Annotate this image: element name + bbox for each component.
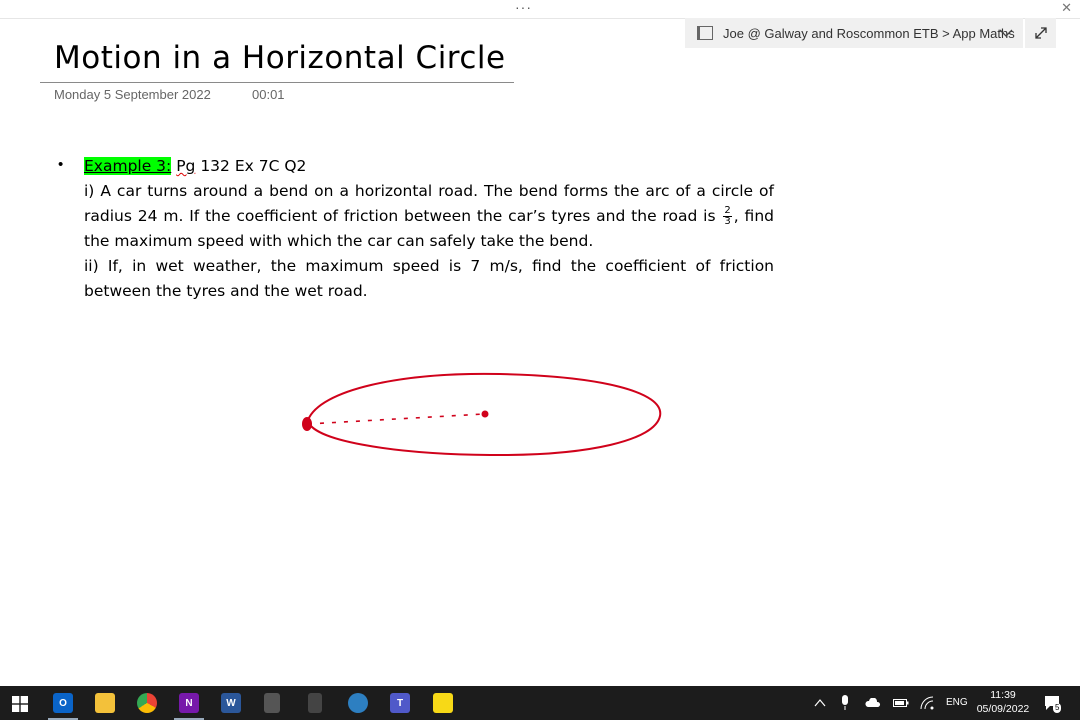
ink-car-dot bbox=[302, 417, 312, 431]
word-icon[interactable]: W bbox=[221, 693, 241, 713]
file-explorer-icon[interactable] bbox=[95, 693, 115, 713]
ink-sketch bbox=[302, 372, 662, 457]
microphone-icon[interactable] bbox=[841, 695, 849, 711]
wifi-icon[interactable] bbox=[920, 696, 934, 710]
windows-start-icon[interactable] bbox=[12, 696, 28, 712]
chevron-up-icon[interactable] bbox=[814, 698, 826, 708]
ink-radius bbox=[307, 413, 485, 425]
sticky-notes-icon[interactable] bbox=[433, 693, 453, 713]
outlook-icon[interactable]: O bbox=[53, 693, 73, 713]
onenote-icon[interactable]: N bbox=[179, 693, 199, 713]
calculator-2-icon[interactable] bbox=[308, 693, 322, 713]
clock[interactable]: 11:39 05/09/2022 bbox=[972, 688, 1034, 716]
notification-count: 5 bbox=[1053, 703, 1062, 713]
teams-icon[interactable]: T bbox=[390, 693, 410, 713]
language-indicator[interactable]: ENG bbox=[946, 697, 968, 708]
ink-centre-dot bbox=[481, 410, 489, 418]
chrome-icon[interactable] bbox=[137, 693, 157, 713]
app-icon[interactable] bbox=[348, 693, 368, 713]
battery-icon[interactable] bbox=[893, 699, 909, 707]
cloud-icon[interactable] bbox=[865, 698, 881, 708]
calculator-icon[interactable] bbox=[264, 693, 280, 713]
clock-time: 11:39 bbox=[990, 689, 1016, 701]
clock-date: 05/09/2022 bbox=[976, 703, 1030, 715]
taskbar: O N W T ENG 11:39 05/09/2022 5 bbox=[0, 686, 1080, 720]
